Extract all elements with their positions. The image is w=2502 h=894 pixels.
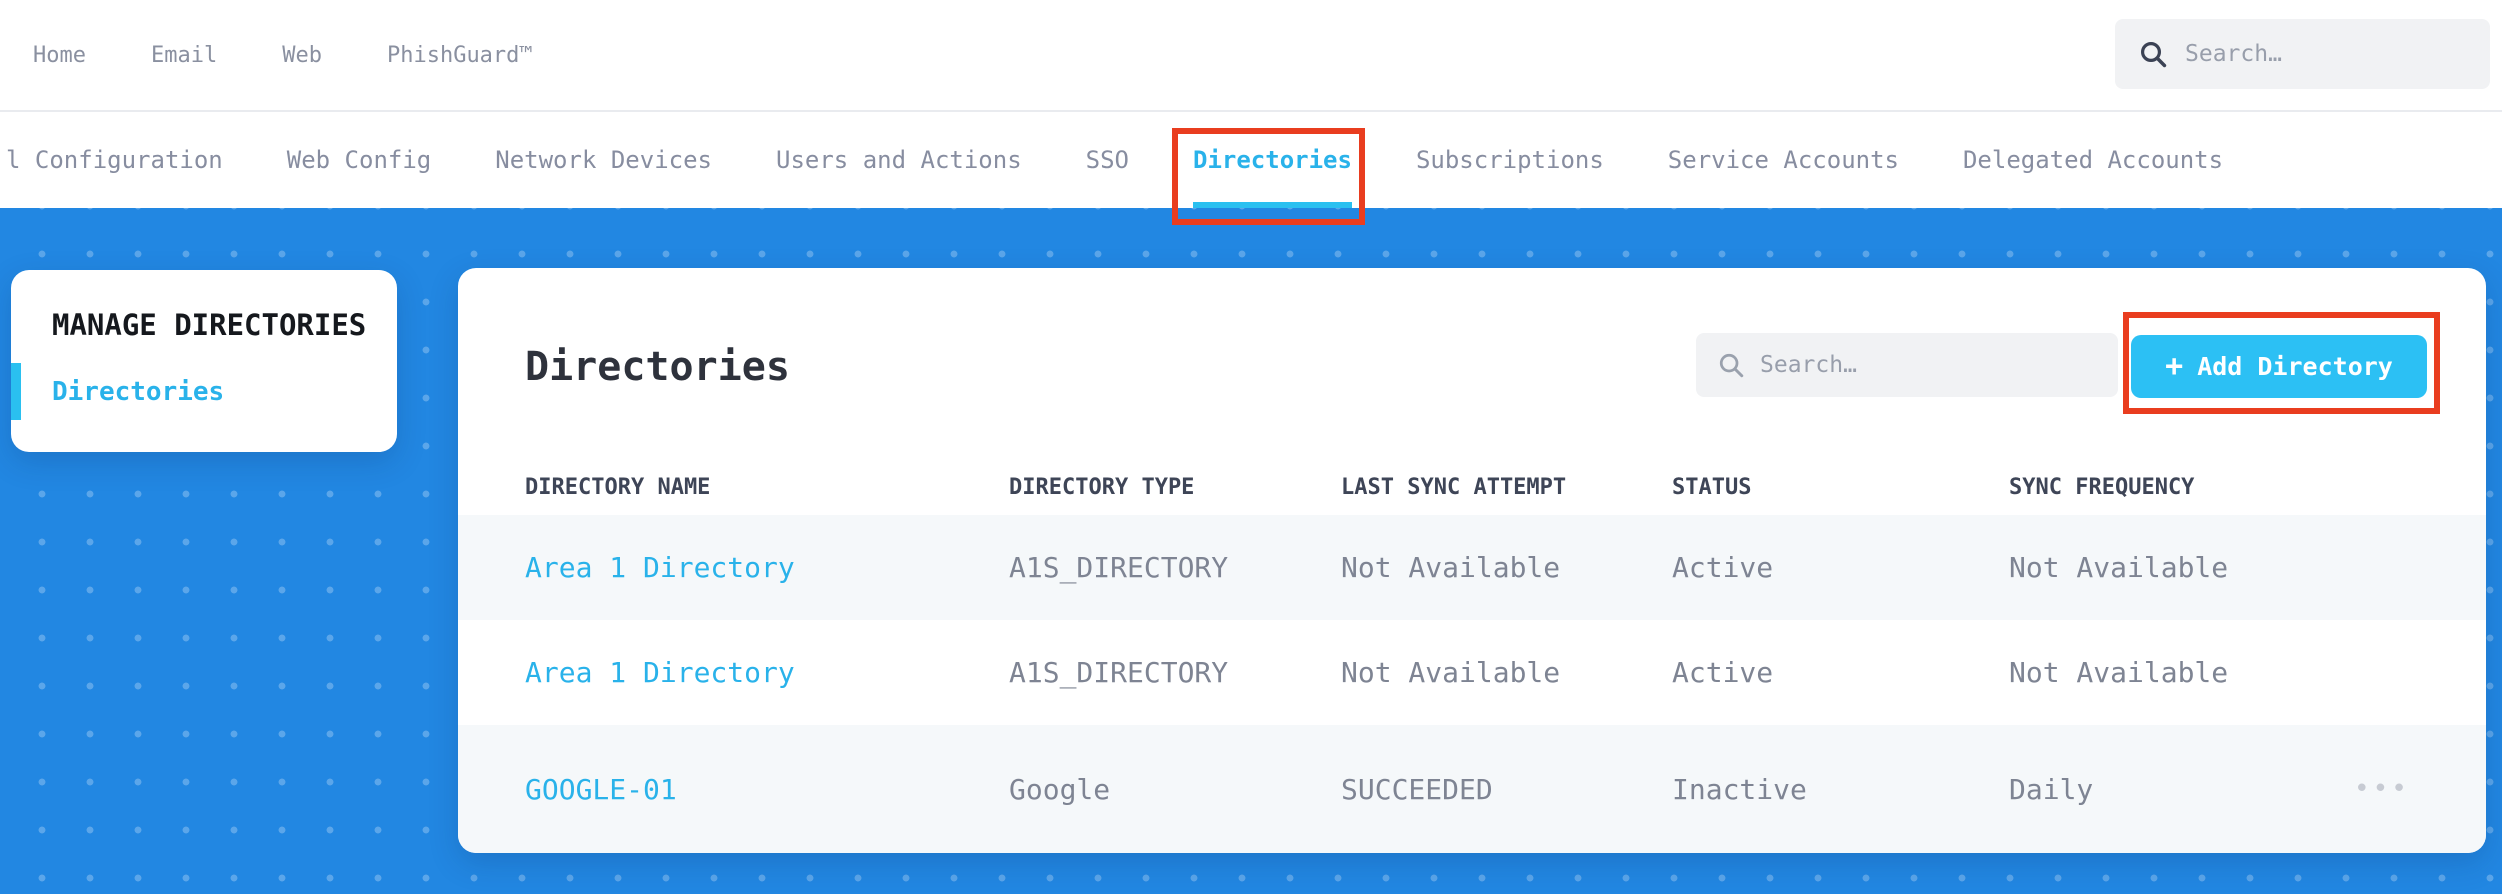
manage-directories-card: MANAGE DIRECTORIES Directories	[11, 270, 397, 452]
sidebar-item-directories[interactable]: Directories	[11, 363, 397, 420]
status-cell: Inactive	[1672, 772, 1807, 806]
column-header-status: STATUS	[1672, 474, 1752, 500]
table-body: Area 1 Directory A1S_DIRECTORY Not Avail…	[458, 515, 2486, 853]
sync-frequency-cell: Not Available	[2009, 656, 2229, 689]
plus-icon: +	[2165, 348, 2184, 384]
top-nav-item[interactable]: PhishGuard™	[387, 43, 533, 68]
manage-directories-title: MANAGE DIRECTORIES	[52, 308, 367, 342]
tab-item[interactable]: Delegated Accounts	[1963, 112, 2223, 208]
settings-tab-bar: l Configuration Web Config Network Devic…	[0, 110, 2502, 208]
directory-name-link[interactable]: GOOGLE-01	[525, 773, 1009, 806]
table-row: Area 1 Directory A1S_DIRECTORY Not Avail…	[458, 620, 2486, 725]
search-icon	[2140, 41, 2167, 68]
page: Home Email Web PhishGuard™ l Configurati…	[0, 0, 2502, 894]
table-header-row: DIRECTORY NAME DIRECTORY TYPE LAST SYNC …	[458, 459, 2486, 515]
add-directory-label: Add Directory	[2197, 352, 2393, 381]
directories-table: DIRECTORY NAME DIRECTORY TYPE LAST SYNC …	[458, 459, 2486, 853]
search-icon	[1719, 353, 1744, 378]
column-header-directory-name: DIRECTORY NAME	[525, 474, 711, 500]
tab-item[interactable]: l Configuration	[6, 112, 223, 208]
tab-item[interactable]: Subscriptions	[1416, 112, 1604, 208]
tab-item[interactable]: Users and Actions	[776, 112, 1022, 208]
top-nav-item[interactable]: Web	[282, 43, 322, 68]
status-cell: Active	[1672, 551, 1774, 584]
directories-panel: Directories + Add Directory DIRECTORY NA…	[458, 268, 2486, 853]
sidebar-item-label: Directories	[52, 376, 225, 407]
status-cell: Active	[1672, 656, 1774, 689]
directory-type-cell: Google	[1009, 772, 1111, 806]
add-directory-button[interactable]: + Add Directory	[2131, 335, 2427, 398]
sync-frequency-cell: Not Available	[2009, 551, 2229, 584]
last-sync-attempt-cell: Not Available	[1341, 656, 1561, 689]
table-row: Area 1 Directory A1S_DIRECTORY Not Avail…	[458, 515, 2486, 620]
directory-type-cell: A1S_DIRECTORY	[1009, 551, 1229, 584]
tab-item[interactable]: Directories	[1193, 112, 1352, 208]
tab-item[interactable]: Web Config	[287, 112, 432, 208]
top-nav-item[interactable]: Email	[151, 43, 217, 68]
global-search-input[interactable]	[2185, 41, 2445, 67]
table-row: GOOGLE-01 Google SUCCEEDED Inactive Dail…	[458, 725, 2486, 853]
last-sync-attempt-cell: Not Available	[1341, 551, 1561, 584]
directory-type-cell: A1S_DIRECTORY	[1009, 656, 1229, 689]
column-header-last-sync-attempt: LAST SYNC ATTEMPT	[1341, 474, 1567, 500]
tab-item[interactable]: Service Accounts	[1668, 112, 1899, 208]
sync-frequency-cell: Daily	[2009, 772, 2094, 806]
column-header-directory-type: DIRECTORY TYPE	[1009, 474, 1195, 500]
top-nav-item[interactable]: Home	[33, 43, 86, 68]
global-search-box	[2115, 19, 2490, 89]
active-item-indicator	[11, 363, 21, 420]
last-sync-attempt-cell: SUCCEEDED	[1341, 772, 1493, 806]
top-navigation-bar: Home Email Web PhishGuard™	[0, 0, 2502, 110]
directory-name-link[interactable]: Area 1 Directory	[525, 551, 1009, 584]
directory-name-link[interactable]: Area 1 Directory	[525, 656, 1009, 689]
tab-item[interactable]: Network Devices	[495, 112, 712, 208]
column-header-sync-frequency: SYNC FREQUENCY	[2009, 474, 2195, 500]
more-options-icon[interactable]: •••	[2354, 776, 2410, 802]
directories-search-input[interactable]	[1760, 352, 2020, 378]
panel-title: Directories	[525, 344, 790, 390]
directories-search-box	[1696, 333, 2118, 397]
tab-item[interactable]: SSO	[1086, 112, 1129, 208]
